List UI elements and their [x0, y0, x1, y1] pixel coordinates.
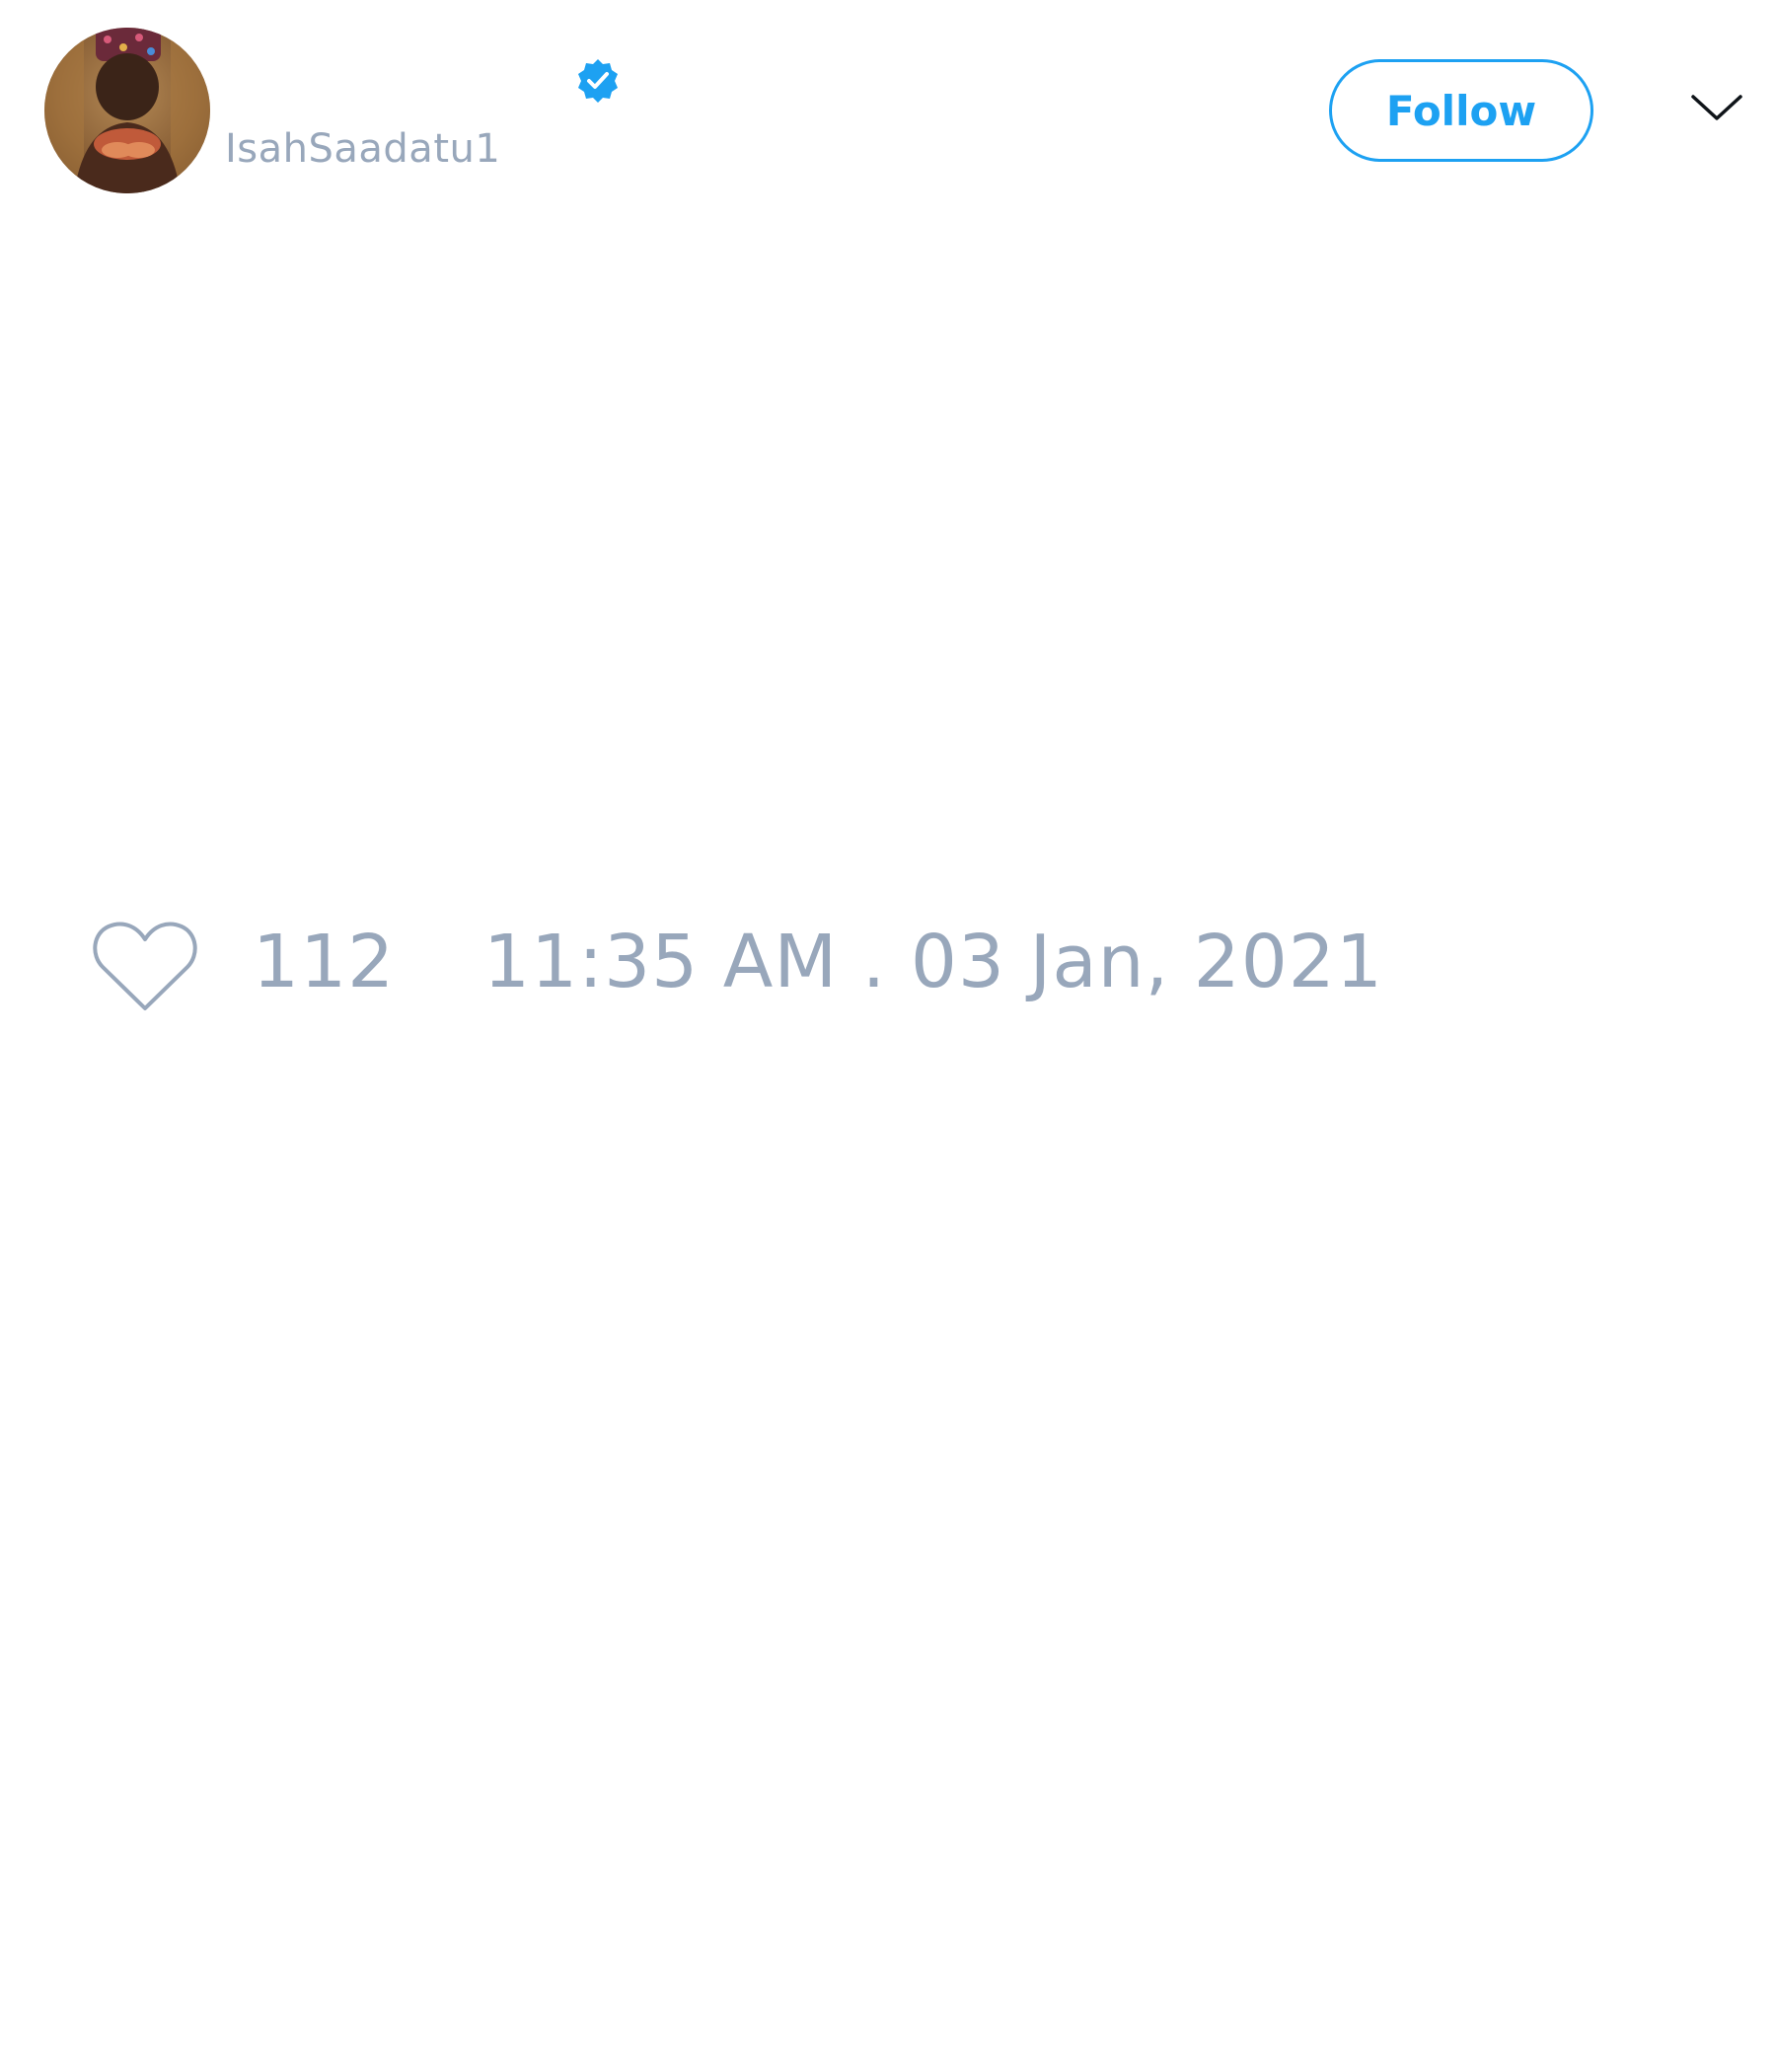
tweet-timestamp[interactable]: 11:35 AM . 03 Jan, 2021 — [483, 925, 1383, 999]
chevron-down-icon[interactable] — [1689, 91, 1744, 124]
like-count: 112 — [253, 920, 396, 1004]
tweet-footer: 112 11:35 AM . 03 Jan, 2021 — [87, 918, 1567, 1016]
heart-outline-icon[interactable] — [91, 918, 199, 1014]
follow-button[interactable]: Follow — [1329, 59, 1593, 162]
avatar[interactable] — [44, 28, 210, 193]
verified-badge-icon — [574, 57, 622, 105]
user-handle[interactable]: IsahSaadatu1 — [225, 126, 500, 172]
avatar-photo — [44, 28, 210, 193]
tweet-card: IsahSaadatu1 Follow 112 11:35 AM . 03 Ja… — [0, 0, 1776, 2072]
